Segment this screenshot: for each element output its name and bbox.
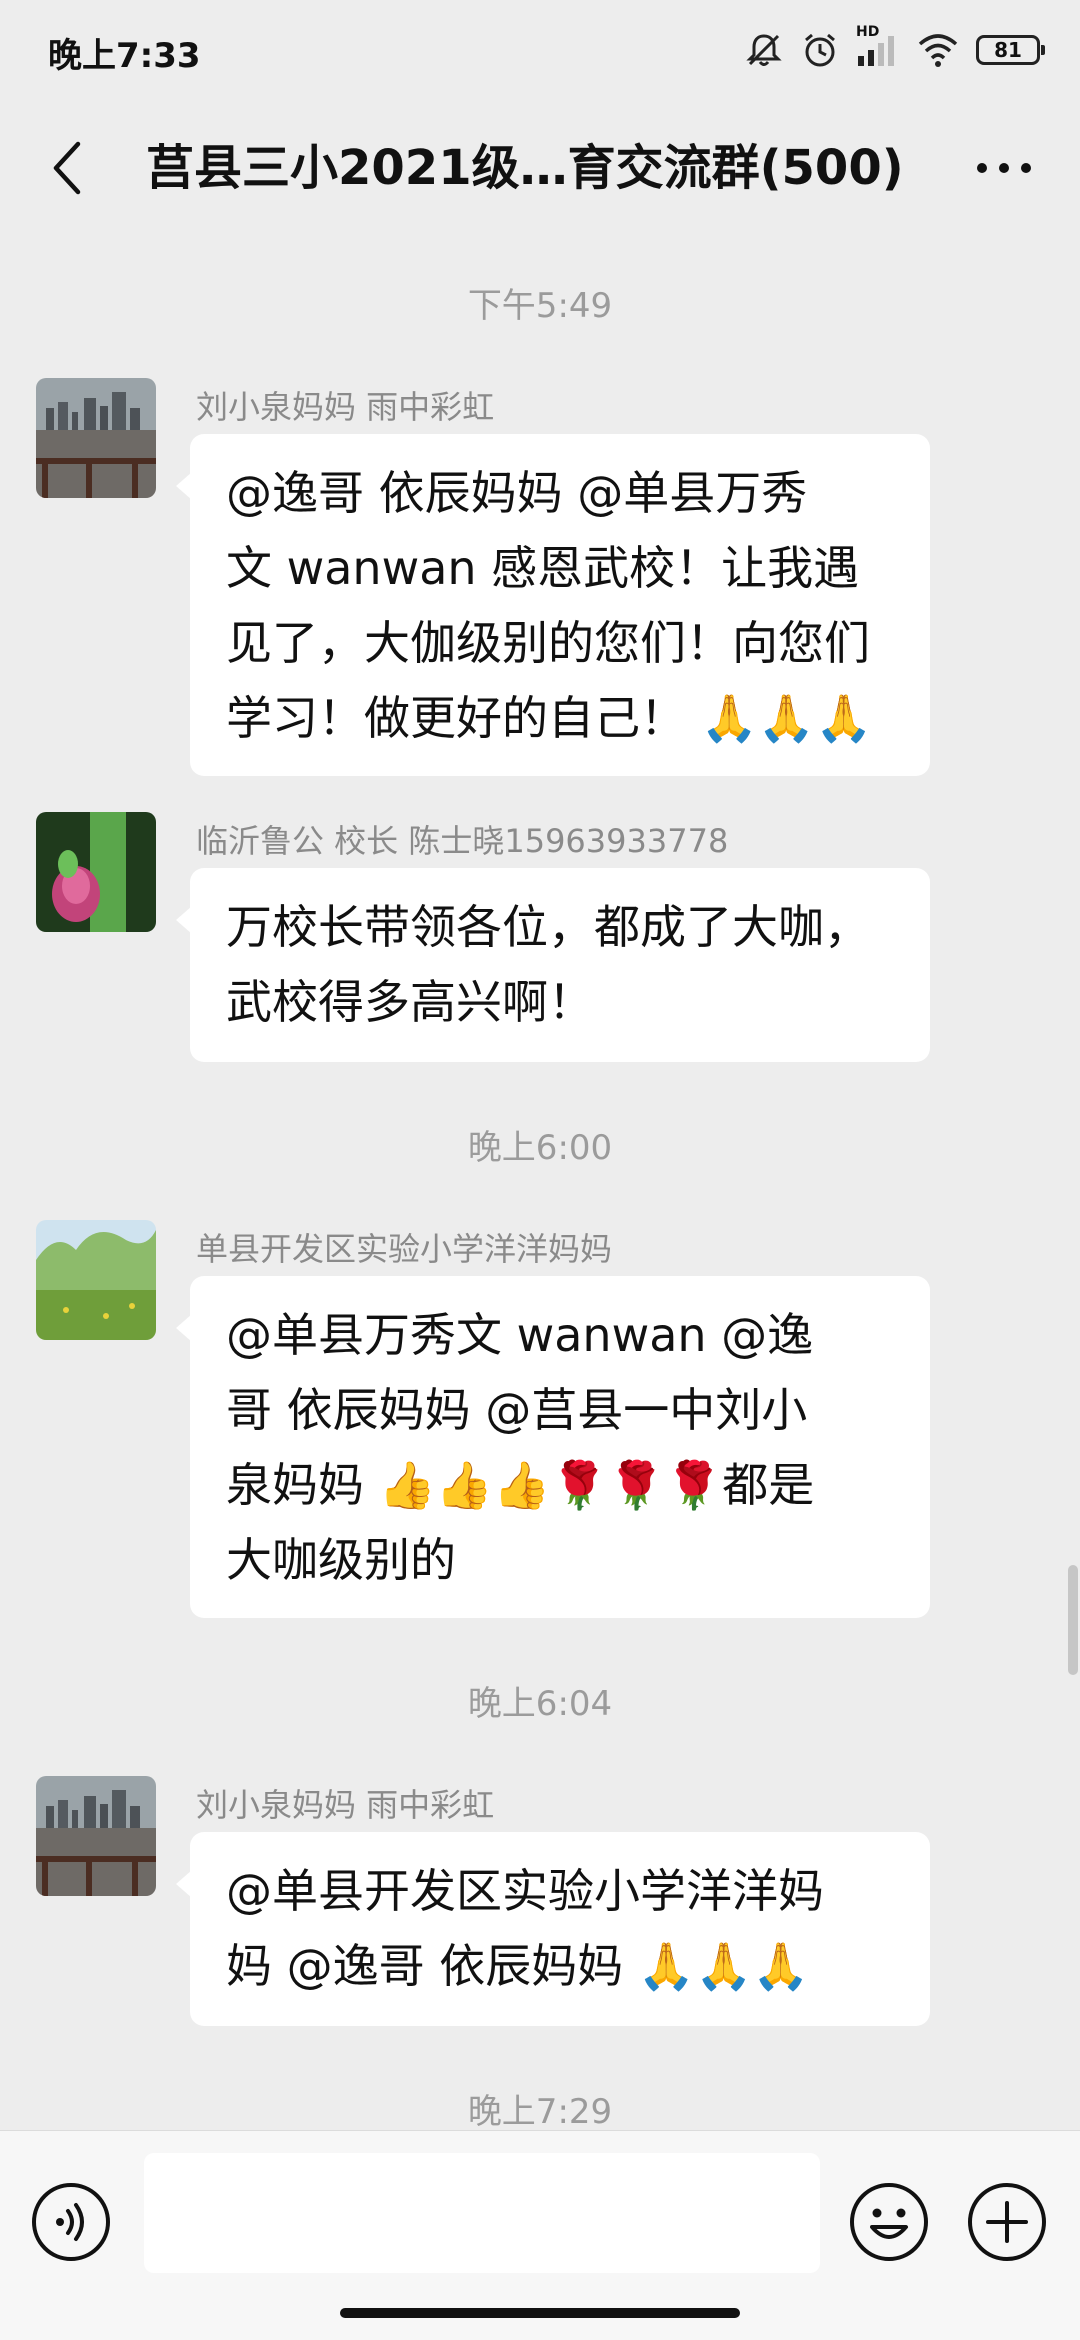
hd-label: HD (856, 24, 880, 40)
message-line: 学习！做更好的自己！ 🙏🙏🙏 (226, 691, 873, 745)
chevron-left-icon (53, 141, 81, 195)
plus-icon (968, 2183, 1046, 2261)
signal-icon: HD (856, 24, 900, 70)
alarm-icon (800, 30, 840, 70)
chat-title: 莒县三小2021级…育交流群(500) (146, 140, 904, 196)
message-line: 妈 @逸哥 依辰妈妈 🙏🙏🙏 (226, 1939, 810, 1993)
message-line: 泉妈妈 👍👍👍🌹🌹🌹都是 (226, 1458, 815, 1512)
more-functions-button[interactable] (966, 2181, 1048, 2263)
voice-icon (32, 2183, 110, 2261)
sender-name: 临沂鲁公 校长 陈士晓15963933778 (196, 822, 729, 860)
message-timestamp: 晚上6:00 (467, 1128, 613, 1168)
status-time: 晚上7:33 (48, 36, 201, 76)
status-bar: 晚上7:33 HD 81 (0, 0, 1080, 100)
back-button[interactable] (36, 136, 100, 200)
message-bubble[interactable]: @单县万秀文 wanwan @逸 哥 依辰妈妈 @莒县一中刘小 泉妈妈 👍👍👍🌹… (176, 1276, 930, 1618)
message-line: 哥 依辰妈妈 @莒县一中刘小 (226, 1383, 808, 1437)
message-timestamp: 晚上6:04 (467, 1684, 613, 1724)
wifi-icon (916, 30, 960, 70)
voice-button[interactable] (30, 2181, 112, 2263)
message-line: @单县开发区实验小学洋洋妈 (226, 1864, 824, 1918)
message-bubble[interactable]: 万校长带领各位，都成了大咖， 武校得多高兴啊！ (176, 868, 930, 1062)
chat-screen: 晚上7:33 HD 81 莒县三小2021级…育交流群(500) 下午5:49 … (0, 0, 1080, 2340)
message-timestamp: 晚上7:29 (467, 2092, 613, 2132)
scrollbar[interactable] (1068, 1565, 1078, 1675)
message-input[interactable] (144, 2153, 820, 2273)
message-bubble[interactable]: @逸哥 依辰妈妈 @单县万秀 文 wanwan 感恩武校！让我遇 见了，大伽级别… (176, 434, 930, 776)
message-line: 文 wanwan 感恩武校！让我遇 (226, 541, 860, 595)
emoji-button[interactable] (848, 2181, 930, 2263)
message-line: 万校长带领各位，都成了大咖， (226, 900, 870, 954)
mute-notification-icon (744, 30, 784, 70)
battery-indicator: 81 (976, 35, 1045, 65)
sender-name: 刘小泉妈妈 雨中彩虹 (196, 388, 495, 426)
message-bubble[interactable]: @单县开发区实验小学洋洋妈 妈 @逸哥 依辰妈妈 🙏🙏🙏 (176, 1832, 930, 2026)
message-line: 武校得多高兴啊！ (226, 975, 594, 1029)
more-options-button[interactable] (968, 136, 1040, 200)
avatar-lake-city[interactable] (36, 1776, 156, 1896)
message-timestamp: 下午5:49 (467, 286, 613, 326)
message-line: @逸哥 依辰妈妈 @单县万秀 (226, 466, 808, 520)
avatar-lotus[interactable] (36, 812, 156, 932)
home-indicator[interactable] (340, 2308, 740, 2318)
avatar-lake-city[interactable] (36, 378, 156, 498)
status-icons: HD 81 (744, 24, 1045, 72)
message-line: 见了，大伽级别的您们！向您们 (226, 616, 870, 670)
ellipsis-icon (977, 163, 1031, 173)
message-line: @单县万秀文 wanwan @逸 (226, 1308, 814, 1362)
chat-header: 莒县三小2021级…育交流群(500) (0, 100, 1080, 240)
smiley-icon (850, 2183, 928, 2261)
avatar-meadow[interactable] (36, 1220, 156, 1340)
message-line: 大咖级别的 (226, 1533, 456, 1587)
sender-name: 单县开发区实验小学洋洋妈妈 (196, 1230, 613, 1268)
sender-name: 刘小泉妈妈 雨中彩虹 (196, 1786, 495, 1824)
